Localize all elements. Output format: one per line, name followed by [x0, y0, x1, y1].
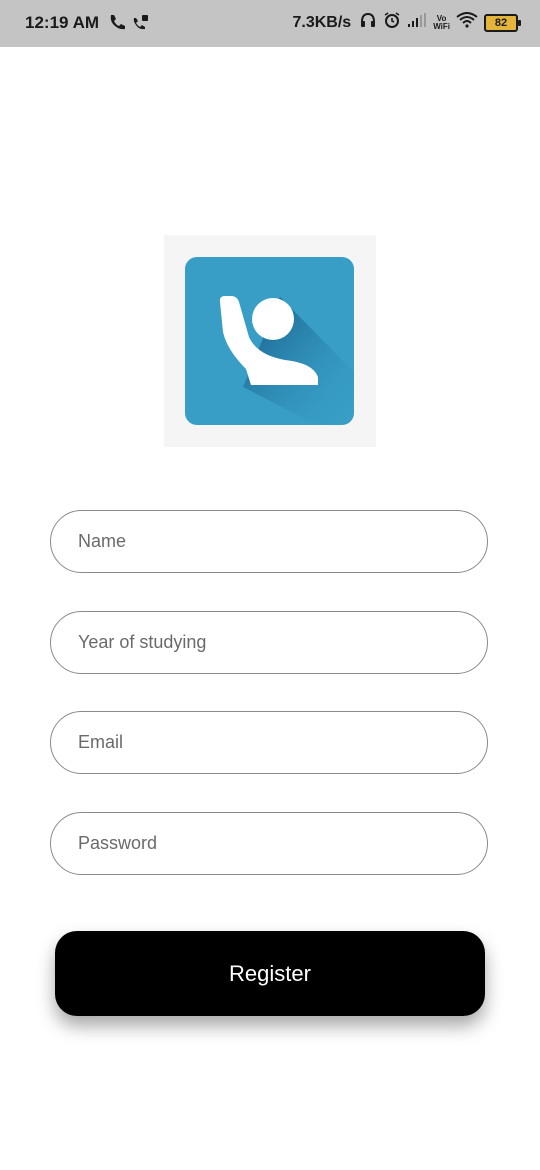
- vowifi-icon: Vo WiFi: [433, 14, 450, 31]
- net-speed: 7.3KB/s: [292, 13, 352, 31]
- signal-icon: [407, 13, 427, 32]
- wifi-icon: [456, 12, 478, 33]
- battery-icon: 82: [484, 13, 521, 32]
- student-raising-hand-logo: [185, 257, 354, 425]
- register-label: Register: [229, 960, 311, 986]
- alarm-icon: [383, 11, 401, 34]
- email-field[interactable]: Email: [50, 711, 488, 774]
- email-placeholder: Email: [78, 732, 124, 752]
- year-of-studying-field[interactable]: Year of studying: [50, 611, 488, 674]
- status-time: 12:19 AM: [25, 13, 100, 32]
- name-field[interactable]: Name: [50, 510, 488, 573]
- year-placeholder: Year of studying: [78, 632, 207, 652]
- name-placeholder: Name: [78, 531, 127, 551]
- password-placeholder: Password: [78, 833, 158, 853]
- register-button[interactable]: Register: [55, 931, 485, 1016]
- headphones-icon: [359, 11, 377, 34]
- vowifi-bottom: WiFi: [433, 21, 450, 31]
- status-bar: 12:19 AM 7.3KB/s Vo WiFi 82: [0, 0, 540, 47]
- app-logo-frame: [164, 235, 376, 447]
- phone-lock-icon: [132, 12, 150, 37]
- phone-icon: [108, 12, 126, 37]
- password-field[interactable]: Password: [50, 812, 488, 875]
